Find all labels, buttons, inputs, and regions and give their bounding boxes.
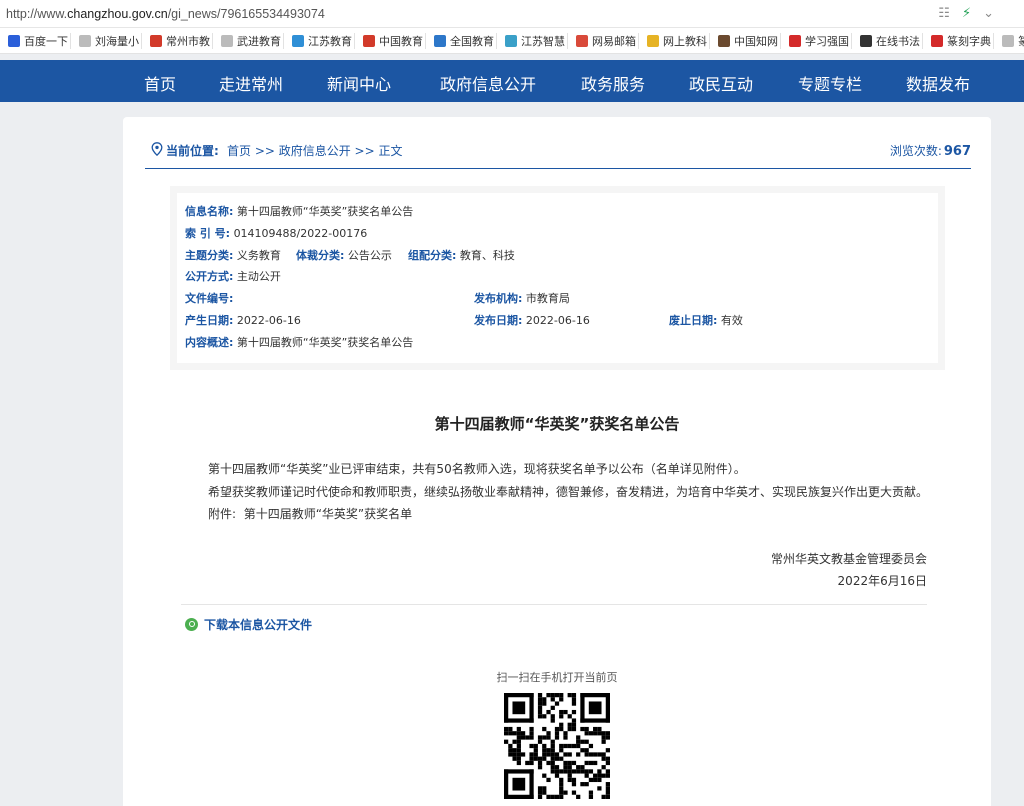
url-host: changzhou.gov.cn	[67, 6, 168, 21]
url-text[interactable]: http://www.changzhou.gov.cn/gi_news/7961…	[6, 7, 325, 21]
bookmark-label: 网上教科	[663, 34, 707, 48]
download-link[interactable]: 下载本信息公开文件	[185, 616, 312, 633]
bookmark-favicon-icon	[150, 34, 162, 47]
nav-gov-info[interactable]: 政府信息公开	[440, 71, 536, 95]
bookmark-favicon-icon	[8, 34, 20, 47]
info-name: 信息名称: 第十四届教师“华英奖”获奖名单公告	[185, 205, 414, 218]
info-issuer: 发布机构: 市教育局	[474, 292, 570, 305]
bookmark-favicon-icon	[505, 34, 517, 47]
info-genre: 体裁分类: 公告公示	[296, 249, 392, 262]
bookmark-label: 学习强国	[805, 34, 849, 48]
nav-news[interactable]: 新闻中心	[327, 71, 391, 95]
bookmark-item[interactable]: 江苏教育	[292, 32, 355, 49]
chevron-down-icon[interactable]: ⌄	[983, 6, 994, 21]
bookmark-favicon-icon	[292, 34, 304, 47]
qr-caption: 扫一扫在手机打开当前页	[496, 671, 618, 684]
bookmark-label: 篆刻字典	[1018, 33, 1024, 49]
attachment-label: 附件:	[208, 507, 237, 521]
breadcrumb-label: 当前位置:	[166, 144, 219, 158]
bookmark-label: 常州市教	[166, 34, 210, 48]
info-created: 产生日期: 2022-06-16	[185, 314, 301, 327]
qr-code-icon	[504, 693, 610, 799]
bookmark-item[interactable]: 全国教育	[434, 32, 497, 49]
bookmark-label: 中国教育	[379, 34, 423, 48]
url-path: /gi_news/796165534493074	[167, 6, 325, 21]
info-summary: 内容概述: 第十四届教师“华英奖”获奖名单公告	[185, 336, 414, 349]
bookmark-item[interactable]: 刘海量小	[79, 32, 142, 49]
breadcrumb-divider	[145, 168, 971, 169]
article-date: 2022年6月16日	[837, 574, 927, 588]
bookmark-item[interactable]: 中国教育	[363, 32, 426, 49]
nav-home[interactable]: 首页	[144, 71, 176, 95]
info-mode: 公开方式: 主动公开	[185, 270, 281, 283]
article-paragraph-2: 希望获奖教师谨记时代使命和教师职责，继续弘扬敬业奉献精神，德智兼修，奋发精进，为…	[208, 485, 929, 499]
bookmark-label: 全国教育	[450, 34, 494, 48]
info-docno: 文件编号:	[185, 292, 234, 305]
bookmark-item[interactable]: 武进教育	[221, 32, 284, 49]
info-panel: 信息名称: 第十四届教师“华英奖”获奖名单公告 索 引 号: 014109488…	[170, 186, 945, 370]
bookmark-label: 江苏教育	[308, 34, 352, 48]
view-count-value: 967	[943, 144, 971, 159]
info-published: 发布日期: 2022-06-16	[474, 314, 590, 327]
article-paragraph-1: 第十四届教师“华英奖”业已评审结束，共有50名教师入选，现将获奖名单予以公布（名…	[208, 462, 746, 476]
article-title: 第十四届教师“华英奖”获奖名单公告	[434, 415, 680, 433]
bookmark-favicon-icon	[1002, 34, 1014, 47]
nav-services[interactable]: 政务服务	[581, 71, 645, 95]
info-match: 组配分类: 教育、科技	[408, 249, 515, 262]
bookmark-label: 网易邮箱	[592, 34, 636, 48]
info-topic: 主题分类: 义务教育	[185, 249, 281, 262]
bookmark-item[interactable]: 百度一下	[8, 32, 71, 49]
bookmark-item[interactable]: 网上教科	[647, 32, 710, 49]
bookmark-favicon-icon	[931, 34, 943, 47]
bookmark-favicon-icon	[647, 34, 659, 47]
nav-topics[interactable]: 专题专栏	[798, 71, 862, 95]
view-count: 浏览次数: 967	[890, 142, 971, 159]
bookmark-label: 刘海量小	[95, 34, 139, 48]
bookmark-favicon-icon	[221, 34, 233, 47]
bookmark-label: 百度一下	[24, 34, 68, 48]
download-label[interactable]: 下载本信息公开文件	[204, 616, 312, 633]
bookmark-favicon-icon	[434, 34, 446, 47]
breadcrumb: 当前位置: 首页 >> 政府信息公开 >> 正文 浏览次数: 967	[151, 141, 971, 163]
nav-about-changzhou[interactable]: 走进常州	[219, 71, 283, 95]
section-divider	[181, 604, 927, 605]
bookmark-label: 在线书法	[876, 34, 920, 48]
address-bar[interactable]: http://www.changzhou.gov.cn/gi_news/7961…	[0, 0, 1024, 28]
info-index: 索 引 号: 014109488/2022-00176	[185, 227, 368, 240]
bookmark-item[interactable]: 中国知网	[718, 32, 781, 49]
bookmarks-bar: 百度一下 刘海量小 常州市教 武进教育 江苏教育 中国教育 全国教育 江苏智慧 网易邮箱 网上教科…	[0, 28, 1024, 54]
bookmark-label: 江苏智慧	[521, 34, 565, 48]
nav-interaction[interactable]: 政民互动	[689, 71, 753, 95]
article-signer: 常州华英文教基金管理委员会	[770, 552, 927, 566]
view-count-label: 浏览次数:	[889, 144, 942, 158]
content-card: 当前位置: 首页 >> 政府信息公开 >> 正文 浏览次数: 967 信息名称: …	[123, 117, 991, 806]
attachment-link[interactable]: 第十四届教师“华英奖”获奖名单	[244, 507, 412, 521]
nav-data[interactable]: 数据发布	[906, 71, 970, 95]
bookmark-label: 篆刻字典	[947, 34, 991, 48]
bookmark-favicon-icon	[860, 34, 872, 47]
bookmark-favicon-icon	[718, 34, 730, 47]
bookmark-item[interactable]: 网易邮箱	[576, 32, 639, 49]
bookmark-favicon-icon	[363, 34, 375, 47]
lightning-icon[interactable]: ⚡	[962, 6, 971, 21]
bookmark-favicon-icon	[79, 34, 91, 47]
grid-icon[interactable]: ☷	[938, 6, 950, 21]
info-expire: 废止日期: 有效	[669, 314, 743, 327]
bookmark-label: 中国知网	[734, 34, 778, 48]
bookmark-favicon-icon	[789, 34, 801, 47]
bookmark-item[interactable]: 江苏智慧	[505, 32, 568, 49]
site-nav: 首页 走进常州 新闻中心 政府信息公开 政务服务 政民互动 专题专栏 数据发布	[0, 60, 1024, 102]
breadcrumb-path[interactable]: 首页 >> 政府信息公开 >> 正文	[227, 142, 402, 159]
article-attachment: 附件: 第十四届教师“华英奖”获奖名单	[208, 505, 412, 522]
bookmark-label: 武进教育	[237, 34, 281, 48]
bookmark-item[interactable]: 在线书法	[860, 32, 923, 49]
bookmark-item[interactable]: 篆刻字典	[1002, 33, 1024, 49]
location-pin-icon	[151, 142, 163, 156]
url-prefix: http://www.	[6, 6, 68, 21]
bookmark-favicon-icon	[576, 34, 588, 47]
bookmark-item[interactable]: 学习强国	[789, 32, 852, 49]
bookmark-item[interactable]: 篆刻字典	[931, 32, 994, 49]
bookmark-item[interactable]: 常州市教	[150, 32, 213, 49]
download-icon	[185, 618, 198, 631]
